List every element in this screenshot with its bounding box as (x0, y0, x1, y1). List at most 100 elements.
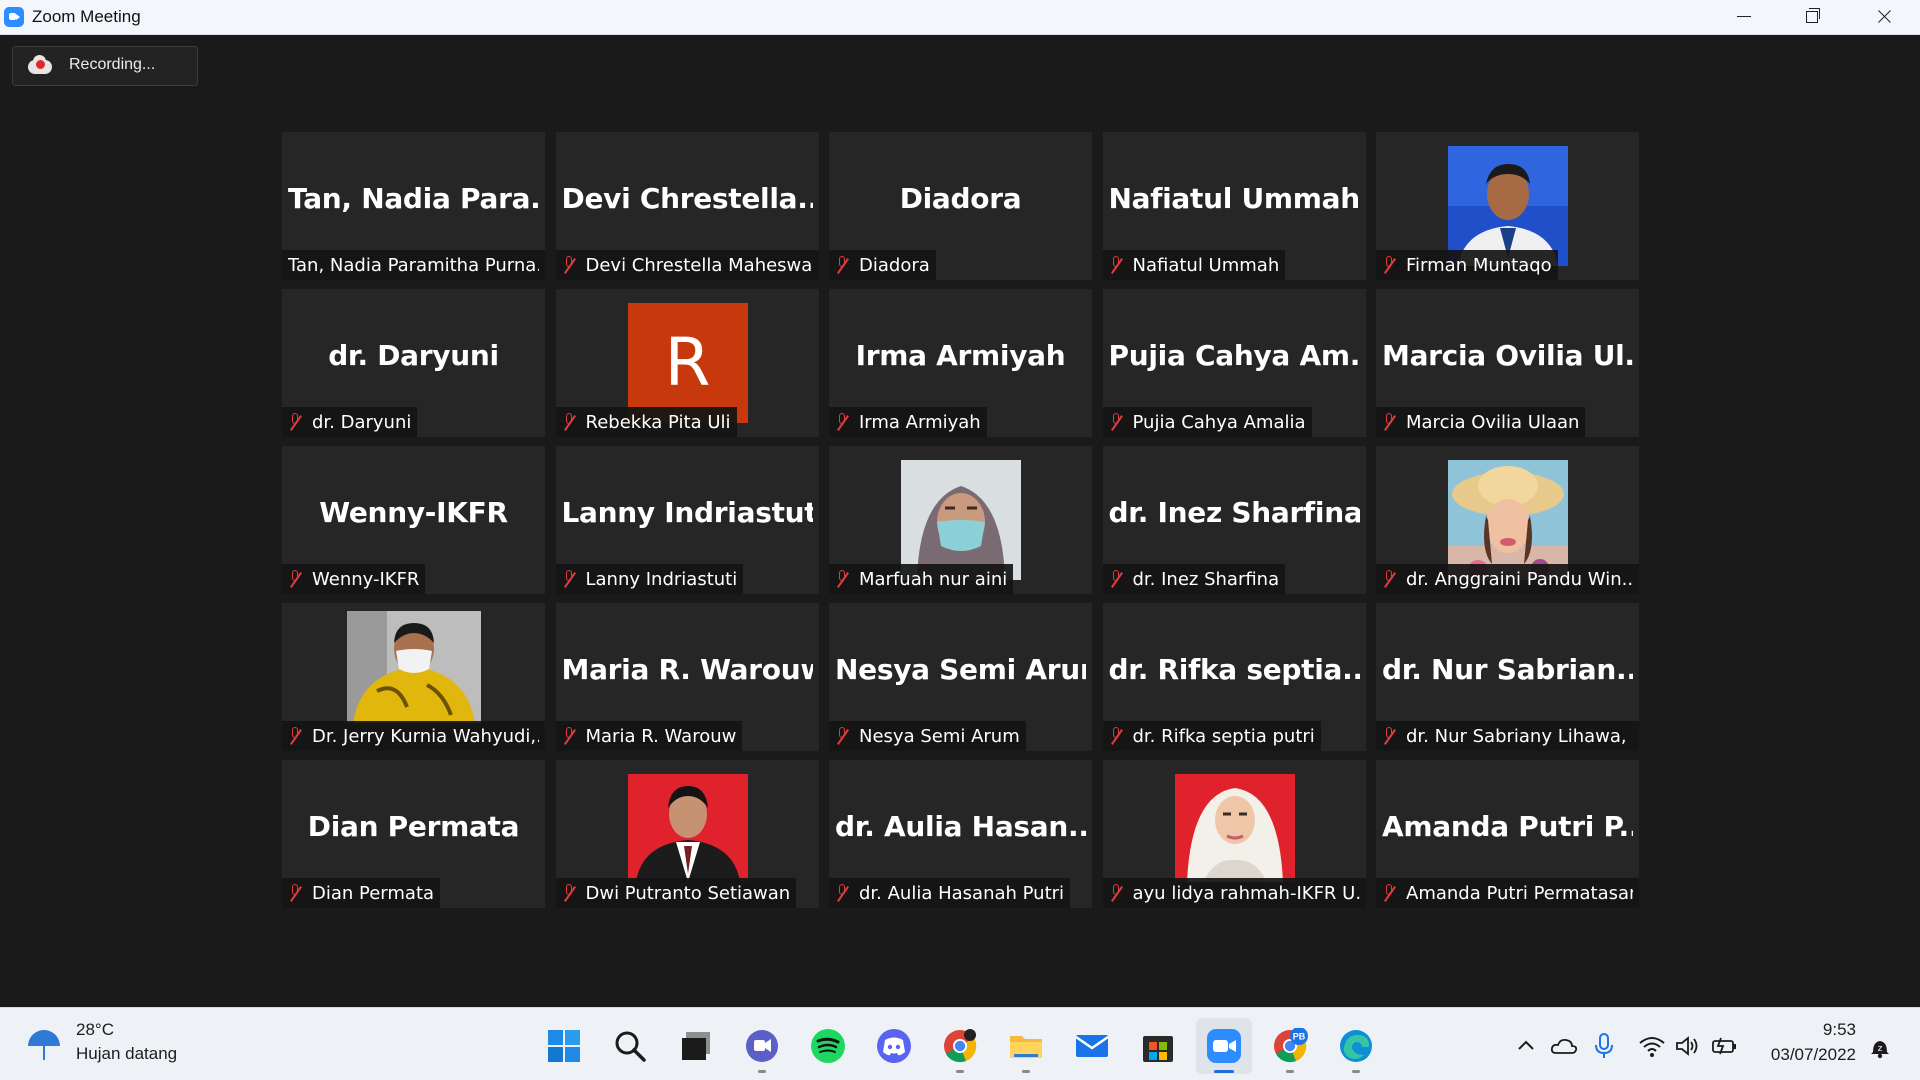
mic-muted-icon (833, 569, 851, 589)
participant-name-label: Diadora (829, 250, 936, 280)
search-icon[interactable] (612, 1028, 648, 1064)
windows-start-icon[interactable] (546, 1028, 582, 1064)
participant-profile-photo (627, 774, 748, 882)
clock-date[interactable]: 03/07/2022 (1740, 1045, 1856, 1065)
participant-tile[interactable]: dr. Anggraini Pandu Win... (1376, 446, 1639, 594)
participant-tile[interactable]: Nafiatul Ummah Nafiatul Ummah (1102, 132, 1366, 280)
participant-display-name: Devi Chrestella... (561, 182, 813, 215)
participant-tile[interactable]: Marcia Ovilia Ul... Marcia Ovilia Ulaan (1376, 289, 1639, 437)
cloud-recording-icon (28, 55, 52, 74)
edge-icon[interactable] (1338, 1028, 1374, 1073)
participant-tile[interactable]: Dian Permata Dian Permata (282, 760, 545, 908)
participant-tile[interactable]: Tan, Nadia Para... Tan, Nadia Paramitha P… (282, 132, 545, 280)
participant-name: Marfuah nur aini (859, 568, 1008, 590)
participant-tile[interactable]: Nesya Semi Arum Nesya Semi Arum (829, 603, 1092, 751)
task-view-icon[interactable] (678, 1028, 714, 1064)
volume-icon[interactable] (1674, 1034, 1702, 1058)
participant-tile[interactable]: dr. Nur Sabrian... dr. Nur Sabriany Lihaw… (1376, 603, 1639, 751)
discord-icon[interactable] (876, 1028, 912, 1064)
chrome-profile-badge: PB (1293, 1032, 1306, 1042)
participant-display-name: Nafiatul Ummah (1108, 182, 1360, 215)
microphone-icon[interactable] (1592, 1032, 1616, 1060)
mic-muted-icon (1107, 883, 1125, 903)
participant-tile[interactable]: Dr. Jerry Kurnia Wahyudi,... (282, 603, 545, 751)
file-explorer-icon[interactable] (1008, 1028, 1044, 1073)
participant-name-label: dr. Rifka septia putri (1102, 721, 1321, 751)
clock-time[interactable]: 9:53 (1740, 1020, 1856, 1040)
participant-tile[interactable]: ayu lidya rahmah-IKFR U... (1102, 760, 1366, 908)
svg-text:z: z (1878, 1044, 1883, 1054)
participant-tile[interactable]: Pujia Cahya Am... Pujia Cahya Amalia (1102, 289, 1366, 437)
mic-muted-icon (560, 569, 578, 589)
recording-indicator[interactable]: Recording... (12, 46, 198, 86)
participant-name: Diadora (859, 254, 930, 276)
mic-muted-icon (1107, 255, 1125, 275)
battery-charging-icon[interactable] (1710, 1034, 1738, 1058)
weather-widget[interactable]: 28°C Hujan datang (26, 1020, 246, 1070)
participant-tile[interactable]: Firman Muntaqo (1376, 132, 1639, 280)
participant-tile[interactable]: Maria R. Warouw Maria R. Warouw (555, 603, 819, 751)
participant-tile[interactable]: Amanda Putri P... Amanda Putri Permatasar… (1376, 760, 1639, 908)
mic-muted-icon (1380, 726, 1398, 746)
participant-display-name: Tan, Nadia Para... (288, 182, 539, 215)
participant-name-label: Dr. Jerry Kurnia Wahyudi,... (282, 721, 545, 751)
participant-name-label: dr. Daryuni (282, 407, 418, 437)
participant-display-name: dr. Inez Sharfina (1108, 496, 1360, 529)
participant-name-label: Maria R. Warouw (555, 721, 743, 751)
participant-tile[interactable]: Irma Armiyah Irma Armiyah (829, 289, 1092, 437)
chrome-profile-icon[interactable]: PB (1272, 1027, 1308, 1073)
mic-muted-icon (560, 255, 578, 275)
participant-tile[interactable]: R Rebekka Pita Uli (555, 289, 819, 437)
restore-button[interactable] (1778, 0, 1846, 34)
zoom-taskbar-icon[interactable] (1196, 1018, 1252, 1074)
participant-name: Dian Permata (312, 882, 435, 904)
participant-name: Firman Muntaqo (1406, 254, 1552, 276)
participant-profile-photo (1174, 774, 1295, 882)
mic-muted-icon (833, 726, 851, 746)
minimize-button[interactable] (1710, 0, 1778, 34)
title-bar: Zoom Meeting (0, 0, 1920, 35)
teams-chat-icon[interactable] (744, 1028, 780, 1073)
window-title: Zoom Meeting (32, 7, 141, 26)
participant-tile[interactable]: Dwi Putranto Setiawan (555, 760, 819, 908)
umbrella-rain-icon (26, 1024, 64, 1062)
weather-condition: Hujan datang (76, 1044, 178, 1063)
participant-display-name: Maria R. Warouw (561, 653, 813, 686)
microsoft-store-icon[interactable] (1140, 1028, 1176, 1064)
mic-muted-icon (286, 412, 304, 432)
participant-tile[interactable]: dr. Inez Sharfina dr. Inez Sharfina (1102, 446, 1366, 594)
participant-profile-photo (1448, 460, 1568, 580)
mic-muted-icon (560, 726, 578, 746)
onedrive-cloud-icon[interactable] (1550, 1034, 1578, 1058)
participant-tile[interactable]: dr. Daryuni dr. Daryuni (282, 289, 545, 437)
participant-tile[interactable]: Diadora Diadora (829, 132, 1092, 280)
mail-icon[interactable] (1074, 1028, 1110, 1064)
chrome-icon[interactable] (942, 1028, 978, 1073)
participant-name-label: Firman Muntaqo (1376, 250, 1558, 280)
spotify-icon[interactable] (810, 1028, 846, 1064)
mic-muted-icon (286, 726, 304, 746)
participant-tile[interactable]: dr. Rifka septia... dr. Rifka septia putr… (1102, 603, 1366, 751)
participant-name: dr. Aulia Hasanah Putri (859, 882, 1065, 904)
mic-muted-icon (1380, 883, 1398, 903)
participant-name: Marcia Ovilia Ulaan (1406, 411, 1580, 433)
notification-bell-icon[interactable]: z (1866, 1034, 1894, 1060)
wifi-icon[interactable] (1638, 1034, 1666, 1058)
mic-muted-icon (833, 883, 851, 903)
participant-tile[interactable]: Devi Chrestella... Devi Chrestella Mahesw… (555, 132, 819, 280)
close-button[interactable] (1850, 0, 1918, 34)
participant-tile[interactable]: Marfuah nur aini (829, 446, 1092, 594)
mic-muted-icon (1107, 569, 1125, 589)
mic-muted-icon (1380, 255, 1398, 275)
participant-tile[interactable]: Lanny Indriastuti Lanny Indriastuti (555, 446, 819, 594)
mic-muted-icon (1380, 412, 1398, 432)
participant-display-name: dr. Aulia Hasan... (835, 810, 1086, 843)
participant-profile-photo (347, 611, 481, 723)
participant-tile[interactable]: dr. Aulia Hasan... dr. Aulia Hasanah Putr… (829, 760, 1092, 908)
participant-name: Nafiatul Ummah (1132, 254, 1280, 276)
participant-name-label: Amanda Putri Permatasari (1376, 878, 1639, 908)
participant-display-name: Lanny Indriastuti (561, 496, 813, 529)
participant-tile[interactable]: Wenny-IKFR Wenny-IKFR (282, 446, 545, 594)
participant-name-label: dr. Inez Sharfina (1102, 564, 1286, 594)
chevron-up-icon[interactable] (1514, 1034, 1538, 1058)
